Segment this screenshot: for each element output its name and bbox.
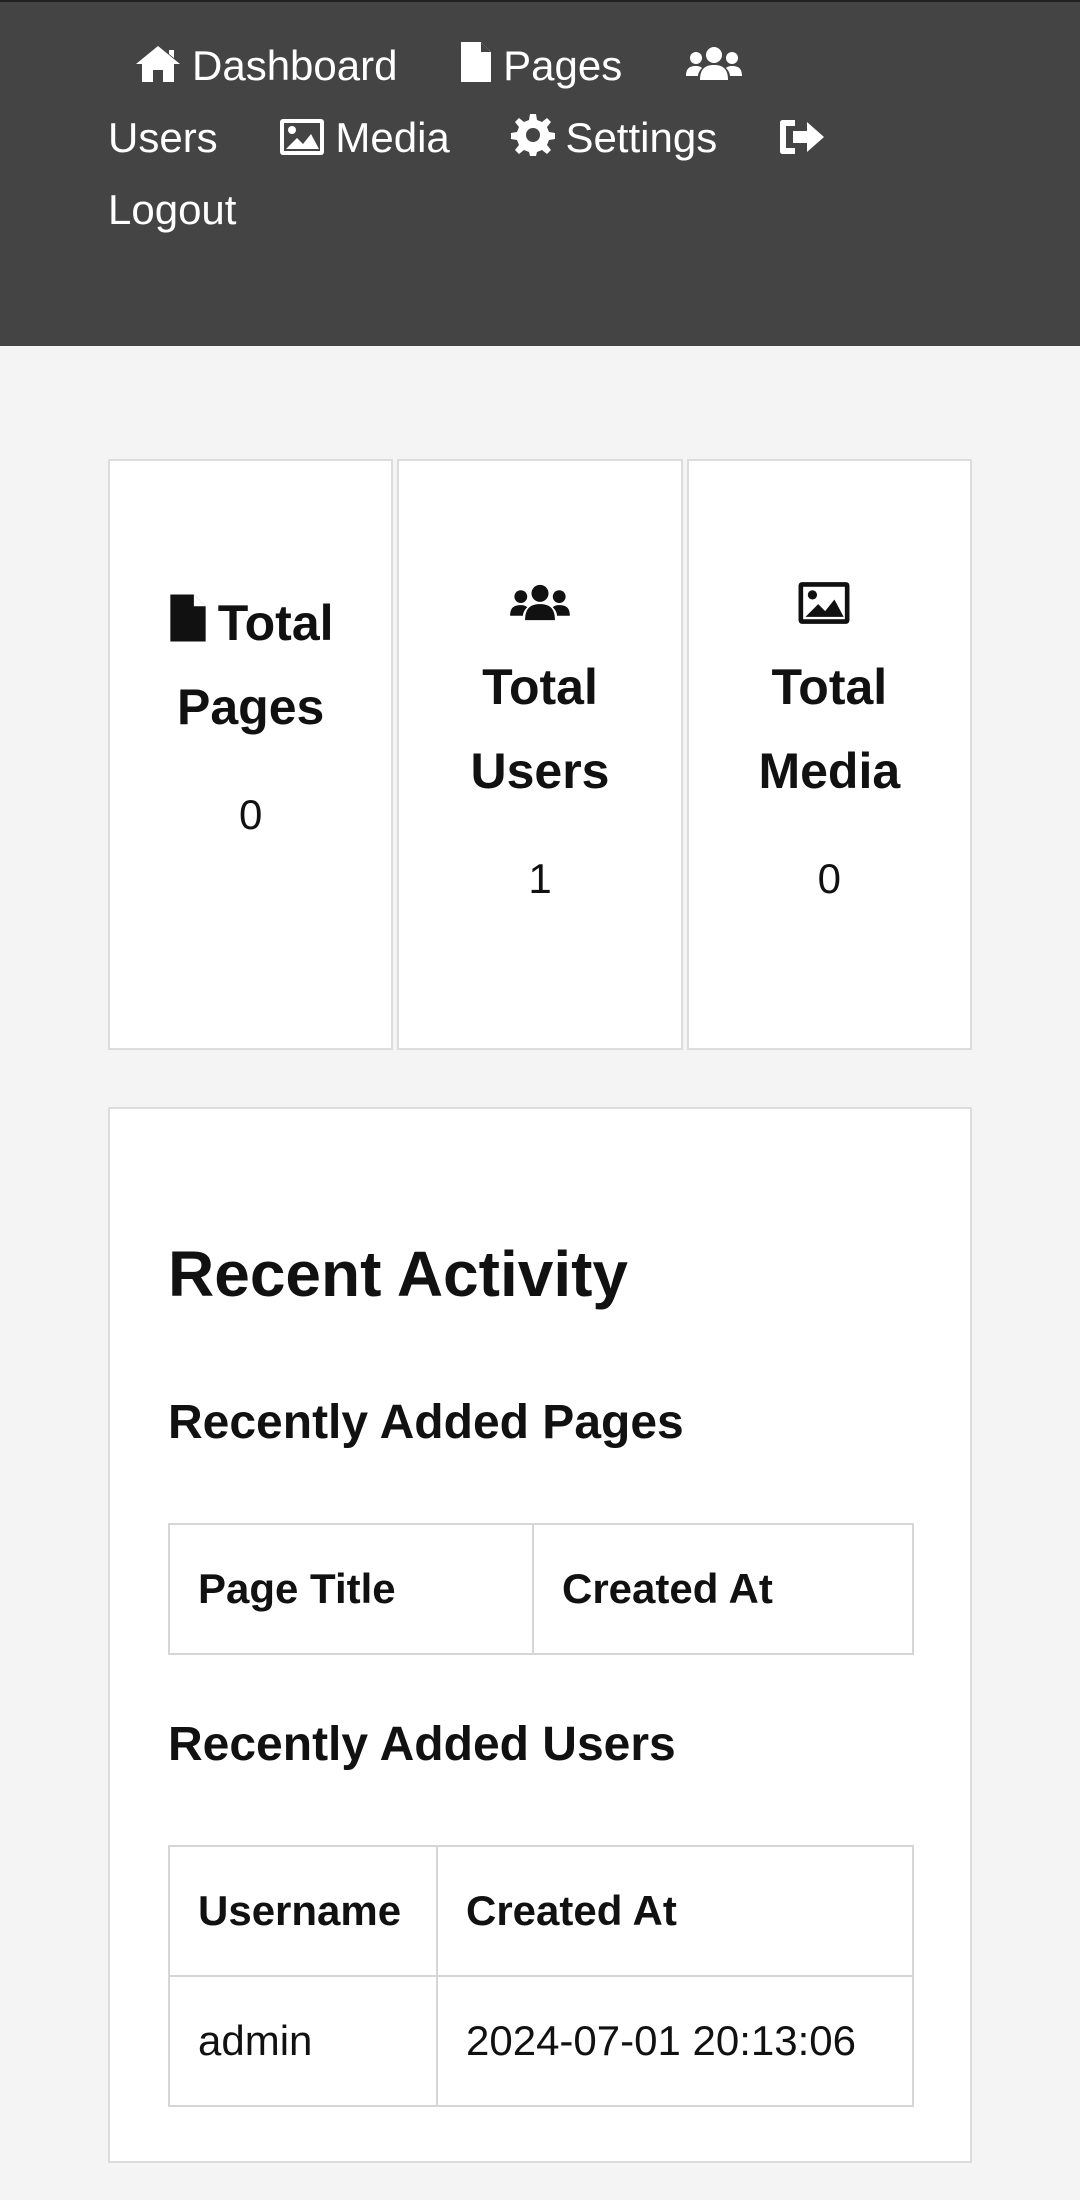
logout-icon (779, 118, 825, 156)
stat-title: Total Users (399, 581, 680, 813)
nav-item-settings[interactable]: Settings (511, 114, 717, 161)
column-header-created-at: Created At (436, 1845, 914, 1977)
nav-menu: Dashboard Pages Users Media Settings Log… (108, 30, 988, 246)
nav-item-label: Media (335, 114, 450, 161)
file-icon (459, 40, 493, 84)
image-icon (797, 581, 861, 641)
stat-title: Total Media (689, 581, 970, 813)
column-header-created-at: Created At (532, 1523, 914, 1655)
recent-users-heading: Recently Added Users (168, 1718, 676, 1771)
nav-item-label: Dashboard (192, 42, 398, 89)
gear-icon (511, 112, 556, 156)
image-icon (279, 118, 325, 156)
nav-item-pages[interactable]: Pages (459, 42, 622, 89)
table-header-row: Username Created At (168, 1845, 914, 1977)
column-header-page-title: Page Title (168, 1523, 534, 1655)
table-header-row: Page Title Created At (168, 1523, 914, 1655)
nav-item-media[interactable]: Media (279, 114, 450, 161)
recent-activity-panel: Recent Activity Recently Added Pages Pag… (108, 1107, 972, 2163)
table-row: admin 2024-07-01 20:13:06 (168, 1975, 914, 2107)
nav-item-label: Pages (503, 42, 623, 89)
users-icon (684, 44, 744, 84)
recent-pages-table: Page Title Created At (168, 1523, 914, 1655)
stats-row: Total Pages 0 Total Users 1 Total Media 0 (108, 459, 972, 1050)
cell-created-at: 2024-07-01 20:13:06 (436, 1975, 914, 2107)
stat-title: Total Pages (110, 581, 391, 749)
nav-item-dashboard[interactable]: Dashboard (134, 42, 397, 89)
stat-value: 0 (238, 791, 263, 838)
nav-item-label: Users (108, 114, 218, 161)
nav-item-label: Settings (565, 114, 718, 161)
recent-pages-heading: Recently Added Pages (168, 1396, 684, 1449)
users-icon (508, 581, 572, 641)
column-header-username: Username (168, 1845, 438, 1977)
home-icon (134, 44, 182, 84)
stat-card-media: Total Media 0 (686, 459, 972, 1050)
recent-activity-title: Recent Activity (168, 1238, 628, 1310)
stat-value: 0 (817, 855, 841, 902)
cell-username: admin (168, 1975, 438, 2107)
stat-card-users: Total Users 1 (397, 459, 683, 1050)
file-icon (168, 592, 208, 644)
nav-item-label: Logout (108, 186, 237, 233)
recent-users-table: Username Created At admin 2024-07-01 20:… (168, 1845, 914, 2107)
top-navigation: Dashboard Pages Users Media Settings Log… (0, 0, 1080, 346)
stat-value: 1 (528, 855, 552, 902)
stat-card-pages: Total Pages 0 (108, 459, 394, 1050)
